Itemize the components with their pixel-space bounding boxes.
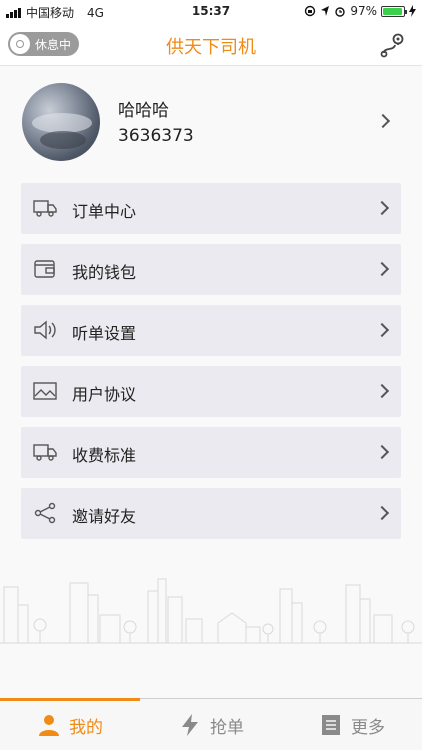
- truck-icon: [33, 200, 57, 217]
- menu-item-invite-friends[interactable]: 邀请好友: [21, 488, 401, 539]
- chevron-right-icon: [374, 261, 390, 277]
- lightning-icon: [182, 714, 198, 736]
- menu-item-user-agreement[interactable]: 用户协议: [21, 366, 401, 417]
- menu-item-wallet[interactable]: 我的钱包: [21, 244, 401, 295]
- menu-item-fee-standard[interactable]: 收费标准: [21, 427, 401, 478]
- profile-phone: 3636373: [118, 126, 194, 146]
- nav-bar: 休息中 供天下司机: [0, 22, 422, 66]
- menu-item-label: 听单设置: [72, 324, 137, 343]
- tab-bar: 我的 抢单 更多: [0, 698, 422, 750]
- tab-label: 抢单: [210, 717, 244, 738]
- menu-list: 订单中心 我的钱包 听单设置 用户协议 收费标准 邀请好友: [21, 183, 401, 549]
- chevron-right-icon: [374, 200, 390, 216]
- battery-icon: [381, 5, 407, 17]
- route-map-icon[interactable]: [378, 31, 406, 59]
- list-icon: [322, 715, 340, 735]
- speaker-icon: [34, 320, 56, 340]
- menu-item-label: 我的钱包: [72, 263, 137, 282]
- profile-card[interactable]: 哈哈哈 3636373: [0, 67, 422, 177]
- location-icon: [321, 6, 330, 16]
- image-icon: [33, 382, 57, 400]
- truck-icon: [33, 444, 57, 461]
- orientation-lock-icon: [305, 5, 316, 17]
- user-icon: [39, 715, 59, 736]
- menu-item-label: 邀请好友: [72, 507, 137, 526]
- page-title: 供天下司机: [166, 37, 256, 58]
- profile-name: 哈哈哈: [118, 101, 169, 121]
- wallet-icon: [34, 260, 55, 278]
- chevron-right-icon: [374, 505, 390, 521]
- alarm-icon: [335, 7, 346, 17]
- menu-item-order-center[interactable]: 订单中心: [21, 183, 401, 234]
- chevron-right-icon: [374, 383, 390, 399]
- battery-percent: 97%: [350, 4, 377, 18]
- menu-item-label: 订单中心: [72, 202, 137, 221]
- chevron-right-icon: [375, 113, 391, 129]
- menu-item-label: 收费标准: [72, 446, 137, 465]
- tab-label: 更多: [351, 717, 385, 738]
- avatar: [22, 83, 100, 161]
- chevron-right-icon: [374, 444, 390, 460]
- charging-icon: [409, 5, 416, 17]
- tab-label: 我的: [69, 717, 103, 738]
- status-bar: 中国移动 4G 15:37 97%: [0, 0, 422, 22]
- city-skyline-decoration: [0, 578, 422, 644]
- menu-item-listen-settings[interactable]: 听单设置: [21, 305, 401, 356]
- chevron-right-icon: [374, 322, 390, 338]
- tab-more[interactable]: 更多: [282, 699, 422, 750]
- tab-mine[interactable]: 我的: [0, 699, 140, 750]
- tab-grab-order[interactable]: 抢单: [141, 699, 281, 750]
- share-icon: [34, 502, 56, 524]
- menu-item-label: 用户协议: [72, 385, 137, 404]
